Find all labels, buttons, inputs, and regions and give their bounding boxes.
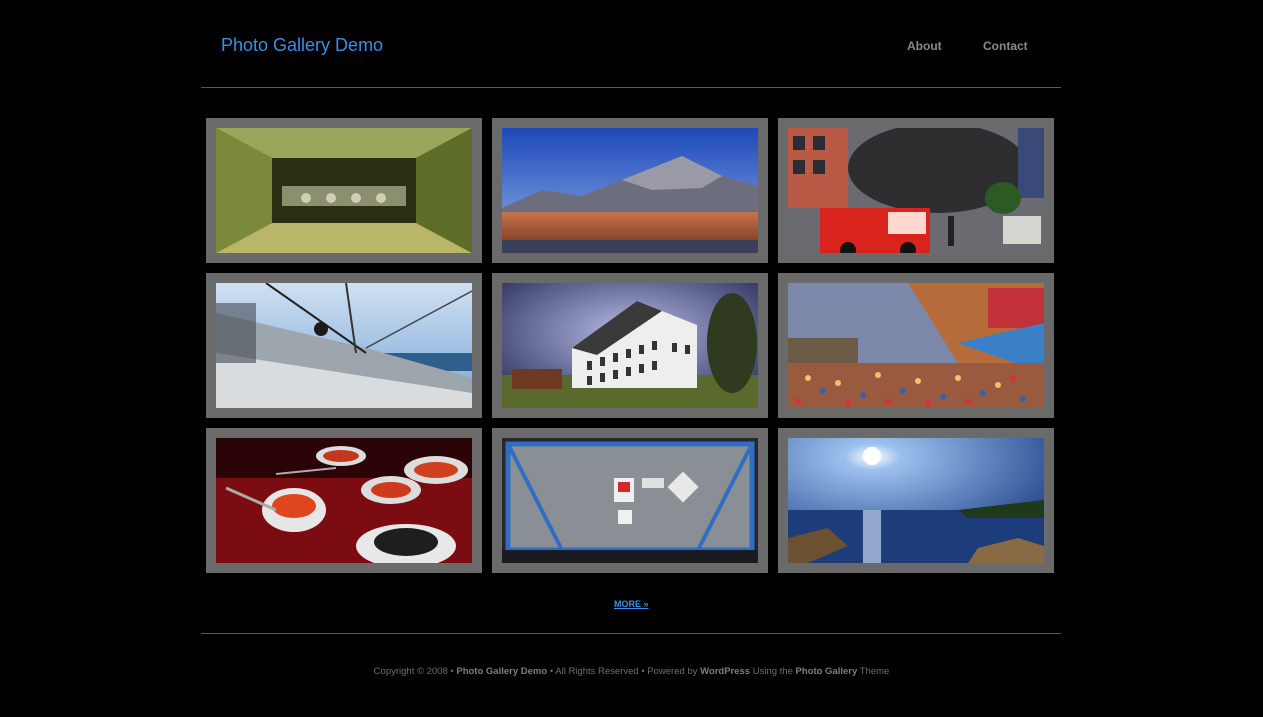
photo-fire-truck[interactable] bbox=[788, 128, 1044, 253]
footer-text: Copyright © 2008 • Photo Gallery Demo • … bbox=[0, 666, 1263, 677]
gallery-tile-building[interactable] bbox=[492, 273, 768, 418]
photo-desert-mountains[interactable] bbox=[502, 128, 758, 253]
footer-rights: • All Rights Reserved • Powered by bbox=[549, 666, 698, 677]
gallery-tile-firetruck[interactable] bbox=[778, 118, 1054, 263]
footer-theme-link[interactable]: Photo Gallery bbox=[796, 666, 858, 677]
photo-caviar-bowls[interactable] bbox=[216, 438, 472, 563]
gallery-tile-market[interactable] bbox=[778, 273, 1054, 418]
site-title-link[interactable]: Photo Gallery Demo bbox=[221, 35, 383, 56]
nav-contact-link[interactable]: Contact bbox=[983, 39, 1028, 53]
footer-theme-word: Theme bbox=[859, 666, 890, 677]
photo-sailboat-deck[interactable] bbox=[216, 283, 472, 408]
gallery-tile-container[interactable] bbox=[492, 428, 768, 573]
photo-market-crowd[interactable] bbox=[788, 283, 1044, 408]
photo-white-building[interactable] bbox=[502, 283, 758, 408]
footer-divider bbox=[201, 633, 1061, 634]
gallery-tile-desert[interactable] bbox=[492, 118, 768, 263]
gallery-tile-tunnel[interactable] bbox=[206, 118, 482, 263]
gallery-tile-lake[interactable] bbox=[778, 428, 1054, 573]
photo-lake-shore[interactable] bbox=[788, 438, 1044, 563]
footer-wordpress-link[interactable]: WordPress bbox=[700, 666, 750, 677]
more-link[interactable]: MORE » bbox=[614, 599, 649, 609]
gallery-tile-sailboat[interactable] bbox=[206, 273, 482, 418]
footer-using-the: Using the bbox=[752, 666, 793, 677]
footer-site-name[interactable]: Photo Gallery Demo bbox=[456, 666, 547, 677]
header-divider bbox=[201, 87, 1061, 88]
photo-tunnel-hall[interactable] bbox=[216, 128, 472, 253]
nav-about-link[interactable]: About bbox=[907, 39, 942, 53]
gallery-tile-caviar[interactable] bbox=[206, 428, 482, 573]
footer-copyright: Copyright © 2008 • bbox=[373, 666, 454, 677]
photo-tank-container[interactable] bbox=[502, 438, 758, 563]
